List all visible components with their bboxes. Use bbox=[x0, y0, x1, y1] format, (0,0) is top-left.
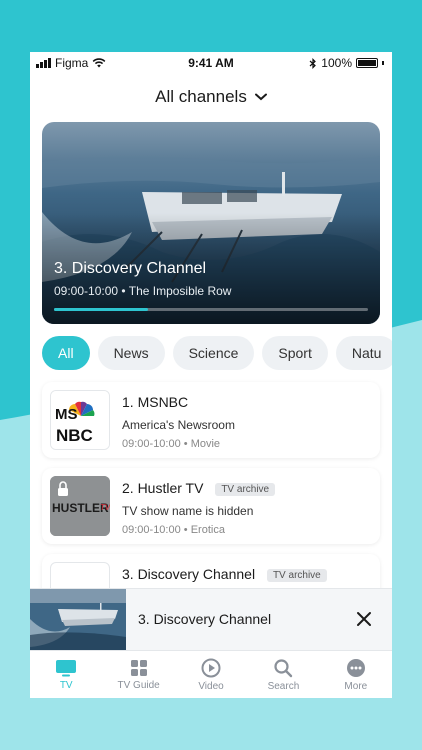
tab-search[interactable]: Search bbox=[247, 651, 319, 698]
svg-text:TV: TV bbox=[100, 503, 110, 512]
channel-list-item[interactable]: MS NBC 1. MSNBC America's Newsroom 09:00… bbox=[42, 382, 380, 458]
filter-all[interactable]: All bbox=[42, 336, 90, 370]
channel-title: 3. Discovery Channel bbox=[122, 566, 256, 582]
channel-list-item[interactable]: HUSTLER TV 2. Hustler TV TV archive TV s… bbox=[42, 468, 380, 544]
tab-more[interactable]: More bbox=[320, 651, 392, 698]
channel-selector[interactable]: All channels bbox=[30, 74, 392, 120]
svg-text:NBC: NBC bbox=[56, 426, 93, 445]
separator-dot: • bbox=[183, 438, 191, 450]
channel-time: 09:00-10:00 bbox=[122, 524, 181, 536]
filter-science[interactable]: Science bbox=[172, 336, 255, 370]
channel-program: TV show name is hidden bbox=[122, 504, 254, 518]
channel-meta: 09:00-10:00 • Erotica bbox=[122, 524, 225, 536]
tab-tv[interactable]: TV bbox=[30, 651, 102, 698]
tab-label: TV Guide bbox=[117, 679, 160, 691]
tv-icon bbox=[56, 659, 77, 676]
channel-title: 2. Hustler TV bbox=[122, 480, 204, 496]
channel-meta: 09:00-10:00 • Movie bbox=[122, 438, 220, 450]
chevron-down-icon bbox=[254, 93, 267, 101]
tab-video[interactable]: Video bbox=[175, 651, 247, 698]
tab-label: TV bbox=[59, 679, 73, 691]
battery-icon bbox=[356, 58, 378, 68]
program-progress-fill bbox=[54, 308, 149, 311]
separator-dot: • bbox=[183, 524, 191, 536]
category-filters: All News Science Sport Natu bbox=[42, 336, 392, 370]
phone-screen: Figma 9:41 AM 100% All channels 3. Disco… bbox=[30, 52, 392, 698]
close-icon[interactable] bbox=[354, 609, 374, 629]
featured-program-info: 09:00-10:00 • The Imposible Row bbox=[54, 284, 231, 298]
tab-label: Video bbox=[198, 680, 224, 692]
separator-dot: • bbox=[121, 284, 129, 298]
search-icon bbox=[274, 658, 293, 677]
program-progress-bar bbox=[54, 308, 368, 311]
filter-sport[interactable]: Sport bbox=[262, 336, 328, 370]
msnbc-logo: MS NBC bbox=[50, 390, 110, 450]
page-title: All channels bbox=[155, 87, 247, 106]
channel-program: America's Newsroom bbox=[122, 418, 235, 432]
mini-player[interactable]: 3. Discovery Channel bbox=[30, 588, 392, 651]
channel-title-row: 2. Hustler TV TV archive bbox=[122, 480, 276, 496]
more-icon bbox=[346, 658, 365, 677]
bluetooth-icon bbox=[309, 57, 317, 69]
filter-nature[interactable]: Natu bbox=[335, 336, 392, 370]
battery-tip bbox=[382, 61, 384, 65]
svg-text:MS: MS bbox=[55, 406, 78, 423]
status-bar: Figma 9:41 AM 100% bbox=[30, 52, 392, 74]
tv-archive-badge: TV archive bbox=[266, 568, 327, 582]
featured-channel-card[interactable]: 3. Discovery Channel 09:00-10:00 • The I… bbox=[42, 122, 380, 324]
battery-percent: 100% bbox=[321, 56, 352, 70]
channel-genre: Erotica bbox=[190, 524, 225, 536]
featured-channel-title: 3. Discovery Channel bbox=[54, 260, 207, 277]
channel-genre: Movie bbox=[190, 438, 221, 450]
tv-archive-badge: TV archive bbox=[215, 482, 276, 496]
tab-bar: TV TV Guide Video Search More bbox=[30, 650, 392, 698]
channel-title: 1. MSNBC bbox=[122, 394, 189, 410]
mini-player-title: 3. Discovery Channel bbox=[138, 611, 272, 627]
tab-label: More bbox=[344, 680, 368, 692]
tab-label: Search bbox=[267, 680, 300, 692]
channel-title-row: 3. Discovery Channel TV archive bbox=[122, 566, 327, 582]
featured-program: The Imposible Row bbox=[128, 284, 232, 298]
tab-tv-guide[interactable]: TV Guide bbox=[102, 651, 174, 698]
filter-news[interactable]: News bbox=[97, 336, 165, 370]
hustler-logo: HUSTLER TV bbox=[50, 476, 110, 536]
channel-time: 09:00-10:00 bbox=[122, 438, 181, 450]
play-icon bbox=[201, 658, 221, 677]
grid-icon bbox=[130, 659, 147, 676]
mini-player-thumbnail bbox=[30, 589, 126, 651]
featured-time: 09:00-10:00 bbox=[54, 284, 119, 298]
